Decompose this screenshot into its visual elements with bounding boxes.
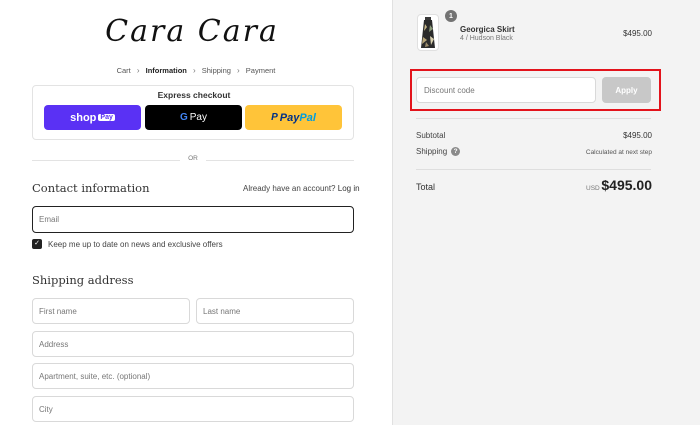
- chevron-right-icon: ›: [237, 66, 240, 75]
- quantity-badge: 1: [445, 10, 457, 22]
- google-pay-label: Pay: [189, 112, 207, 123]
- breadcrumb: Cart › Information › Shipping › Payment: [0, 66, 392, 75]
- product-price: $495.00: [623, 29, 652, 38]
- subtotal-value: $495.00: [623, 131, 652, 140]
- account-prompt-text: Already have an account?: [243, 184, 336, 193]
- city-input[interactable]: City: [32, 396, 354, 422]
- total-currency: USD: [586, 185, 600, 192]
- login-link[interactable]: Log in: [338, 184, 360, 193]
- discount-placeholder: Discount code: [424, 85, 475, 95]
- product-variant: 4 / Hudson Black: [460, 35, 513, 42]
- email-input[interactable]: Email: [32, 206, 354, 233]
- product-thumbnail: [417, 14, 439, 51]
- address-input[interactable]: Address: [32, 331, 354, 357]
- checkout-main: Cara Cara Cart › Information › Shipping …: [0, 0, 392, 425]
- google-icon: G: [179, 112, 188, 123]
- skirt-image: [421, 17, 435, 48]
- express-checkout-title: Express checkout: [152, 90, 236, 100]
- breadcrumb-information: Information: [145, 66, 187, 75]
- email-placeholder: Email: [39, 215, 60, 224]
- last-name-placeholder: Last name: [203, 306, 241, 316]
- account-prompt: Already have an account? Log in: [243, 184, 360, 193]
- contact-info-title: Contact information: [32, 181, 150, 195]
- subtotal-label: Subtotal: [416, 131, 446, 140]
- paypal-icon: P: [271, 112, 278, 123]
- discount-code-input[interactable]: Discount code: [416, 77, 596, 103]
- or-divider-text: OR: [180, 155, 206, 162]
- first-name-placeholder: First name: [39, 306, 77, 316]
- chevron-right-icon: ›: [192, 66, 196, 75]
- total-label: Total: [416, 182, 436, 192]
- google-pay-button[interactable]: G Pay: [145, 105, 242, 130]
- shop-pay-button[interactable]: shop Pay: [44, 105, 141, 130]
- newsletter-option[interactable]: ✓ Keep me up to date on news and exclusi…: [32, 239, 223, 249]
- shipping-value: Calculated at next step: [585, 149, 652, 156]
- brand-logo[interactable]: Cara Cara: [92, 12, 292, 52]
- apply-discount-button[interactable]: Apply: [602, 77, 651, 103]
- paypal-logo-pay: Pay: [279, 111, 300, 124]
- summary-divider: [416, 118, 651, 119]
- summary-divider: [416, 169, 651, 170]
- shipping-label: Shipping: [416, 147, 448, 156]
- total-value: $495.00: [601, 177, 652, 193]
- address-placeholder: Address: [39, 339, 69, 349]
- order-summary: 1 Georgica Skirt 4 / Hudson Black $495.0…: [392, 0, 700, 425]
- breadcrumb-shipping: Shipping: [201, 66, 231, 75]
- shop-pay-badge: Pay: [98, 114, 115, 121]
- product-name: Georgica Skirt: [460, 25, 515, 34]
- apartment-input[interactable]: Apartment, suite, etc. (optional): [32, 363, 354, 389]
- newsletter-label: Keep me up to date on news and exclusive…: [48, 239, 223, 249]
- chevron-right-icon: ›: [136, 66, 140, 75]
- paypal-button[interactable]: P PayPal: [245, 105, 342, 130]
- breadcrumb-cart[interactable]: Cart: [117, 66, 131, 75]
- paypal-logo: PayPal: [280, 112, 316, 124]
- newsletter-checkbox[interactable]: ✓: [32, 239, 42, 249]
- apartment-placeholder: Apartment, suite, etc. (optional): [39, 371, 151, 381]
- breadcrumb-payment: Payment: [245, 66, 276, 75]
- help-icon[interactable]: ?: [451, 147, 461, 156]
- logo-text: Cara Cara: [105, 14, 279, 49]
- shipping-row: Shipping ?: [416, 147, 461, 156]
- last-name-input[interactable]: Last name: [196, 298, 354, 324]
- city-placeholder: City: [39, 404, 53, 414]
- paypal-logo-pal: Pal: [299, 111, 316, 124]
- shipping-address-title: Shipping address: [32, 273, 134, 287]
- express-checkout: Express checkout shop Pay G Pay P PayPal: [32, 85, 354, 140]
- first-name-input[interactable]: First name: [32, 298, 190, 324]
- shop-pay-logo: shop: [70, 111, 97, 124]
